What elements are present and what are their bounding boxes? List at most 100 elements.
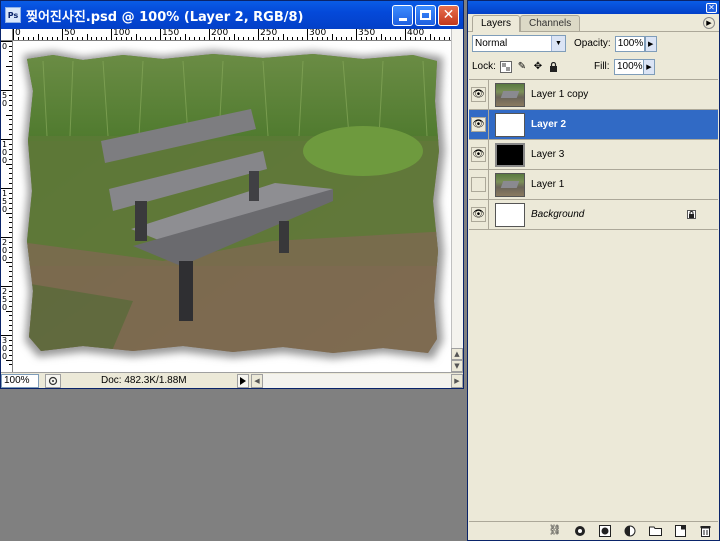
opacity-field[interactable]: 100% (614, 35, 645, 52)
status-info-icon (48, 376, 58, 385)
ruler-tick (429, 34, 431, 40)
palette-titlebar[interactable]: ✕ (468, 1, 719, 14)
horizontal-ruler[interactable]: 050100150200250300350400450 (13, 29, 451, 41)
ruler-tick (9, 281, 12, 283)
zoom-field[interactable]: 100% (1, 373, 39, 388)
eye-icon[interactable]: 👁 (471, 117, 486, 132)
maximize-button[interactable] (415, 4, 436, 26)
layer-row-layer-1[interactable]: Layer 1 (469, 170, 718, 200)
layer-thumbnail (495, 112, 525, 137)
scroll-up-arrow[interactable]: ▲ (451, 348, 463, 360)
palette-close-button[interactable]: ✕ (706, 2, 717, 13)
ruler-tick (91, 37, 93, 40)
ruler-tick (140, 37, 142, 40)
ruler-tick (9, 241, 12, 243)
layer-row-layer-1-copy[interactable]: 👁 Layer 1 copy (469, 80, 718, 110)
document-titlebar[interactable]: Ps 찢어진사진.psd @ 100% (Layer 2, RGB/8) ✕ (1, 1, 463, 29)
ruler-tick (9, 60, 12, 62)
ruler-tick (9, 232, 12, 234)
ruler-tick (9, 325, 12, 327)
tab-channels[interactable]: Channels (520, 15, 581, 31)
vertical-ruler[interactable]: 0 50 100 150 200 250 300 (1, 41, 13, 372)
ruler-tick (292, 37, 294, 40)
ruler-tick (287, 37, 289, 40)
lock-label: Lock: (472, 61, 496, 72)
new-layer-icon[interactable] (673, 524, 687, 537)
ruler-tick (341, 37, 343, 40)
lock-position-move-icon[interactable]: ✥ (532, 61, 544, 73)
ruler-tick (81, 37, 83, 40)
ruler-tick (356, 29, 357, 40)
torn-photo-image (13, 41, 451, 372)
status-info-button[interactable] (45, 373, 61, 388)
eye-icon[interactable]: 👁 (471, 147, 486, 162)
ruler-tick (434, 37, 436, 40)
ruler-tick (9, 246, 12, 248)
ruler-tick (9, 178, 12, 180)
ruler-tick (9, 134, 12, 136)
ruler-tick (439, 37, 441, 40)
scroll-right-arrow[interactable]: ▶ (451, 373, 463, 388)
opacity-slider-button[interactable]: ▶ (644, 35, 657, 52)
layer-name[interactable]: Layer 3 (531, 149, 564, 160)
image-canvas[interactable] (13, 41, 451, 372)
lock-pixels-brush-icon[interactable]: ✎ (516, 61, 528, 73)
layer-thumbnail (495, 82, 525, 107)
lock-icon (687, 210, 696, 219)
link-layers-icon[interactable]: ⛓ (548, 525, 562, 537)
fill-slider-button[interactable]: ▶ (643, 58, 655, 75)
page-icon (674, 524, 686, 537)
ruler-tick (9, 70, 12, 72)
ruler-tick (9, 143, 12, 145)
add-mask-icon[interactable] (598, 524, 612, 537)
ruler-tick (189, 37, 191, 40)
layer-name[interactable]: Layer 1 (531, 179, 564, 190)
fill-field[interactable]: 100% (614, 58, 644, 75)
ruler-tick (9, 45, 12, 47)
tab-layers[interactable]: Layers (472, 15, 521, 32)
ruler-tick (228, 37, 230, 40)
lock-all-icon[interactable] (548, 61, 560, 73)
blend-mode-select[interactable]: Normal ▼ (472, 35, 566, 52)
layer-row-layer-3[interactable]: 👁 Layer 3 (469, 140, 718, 170)
adjustment-layer-icon[interactable] (623, 525, 637, 537)
minimize-button[interactable] (392, 4, 413, 26)
layer-name[interactable]: Layer 2 (531, 119, 566, 130)
layer-name[interactable]: Background (531, 209, 584, 220)
ruler-tick (346, 37, 348, 40)
ruler-tick (204, 37, 206, 40)
ruler-label: 50 (64, 29, 76, 38)
ruler-tick (258, 29, 259, 40)
lock-transparency-icon[interactable] (499, 60, 512, 73)
new-group-folder-icon[interactable] (648, 525, 662, 537)
layer-thumbnail (495, 202, 525, 227)
ruler-tick (184, 34, 186, 40)
ruler-tick (302, 37, 304, 40)
layer-row-background[interactable]: 👁 Background (469, 200, 718, 230)
close-icon: ✕ (442, 7, 455, 23)
visibility-cell: 👁 (469, 110, 489, 139)
visibility-empty-box[interactable] (471, 177, 486, 192)
ruler-tick (62, 29, 63, 40)
eye-icon[interactable]: 👁 (471, 87, 486, 102)
ruler-origin[interactable] (1, 29, 13, 41)
ruler-tick (405, 29, 406, 40)
palette-menu-button[interactable]: ▶ (703, 17, 715, 29)
horizontal-scrollbar[interactable]: ◀ ▶ (251, 373, 463, 388)
scroll-down-arrow[interactable]: ▼ (451, 360, 463, 372)
layer-style-fx-icon[interactable] (573, 525, 587, 537)
layer-row-layer-2[interactable]: 👁 Layer 2 (469, 110, 718, 140)
status-menu-button[interactable] (237, 373, 249, 388)
eye-icon[interactable]: 👁 (471, 207, 486, 222)
ruler-tick (282, 34, 284, 40)
ruler-tick (400, 37, 402, 40)
vertical-scrollbar[interactable]: ▲ ▼ (451, 29, 463, 372)
close-button[interactable]: ✕ (438, 4, 459, 26)
scroll-left-arrow[interactable]: ◀ (251, 373, 263, 388)
layer-name[interactable]: Layer 1 copy (531, 89, 588, 100)
blend-mode-value: Normal (475, 38, 508, 49)
layer-thumbnail (495, 172, 525, 197)
ruler-tick (160, 29, 161, 40)
delete-layer-icon[interactable] (698, 525, 712, 537)
ruler-label: 0 (2, 42, 8, 51)
